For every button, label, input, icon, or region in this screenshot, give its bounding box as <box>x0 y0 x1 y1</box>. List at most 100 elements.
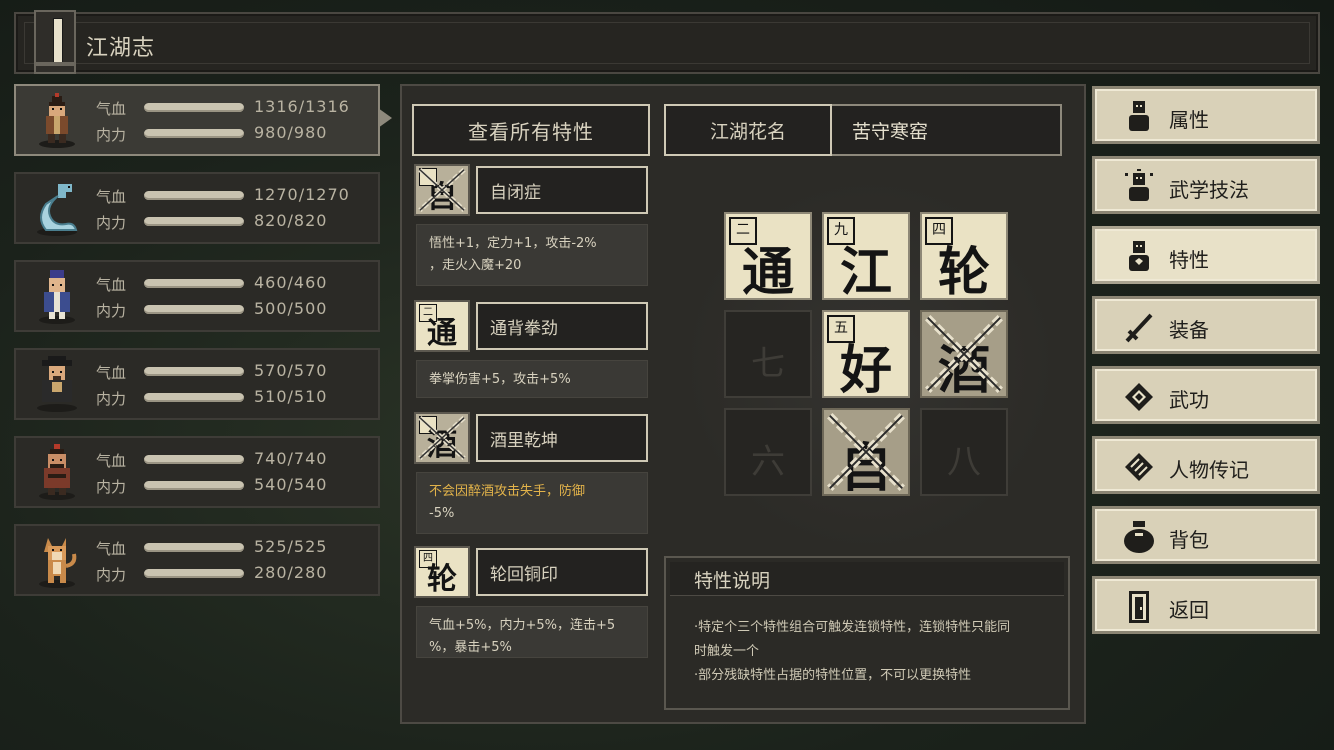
menu-martial-skills-button[interactable]: 武学技法 <box>1092 156 1320 214</box>
trait-slot-empty[interactable]: 八 <box>920 408 1008 496</box>
aura-person-icon <box>1125 169 1153 201</box>
menu-attributes-button[interactable]: 属性 <box>1092 86 1320 144</box>
hp-value: 740/740 <box>254 449 328 468</box>
mp-label: 内力 <box>96 302 127 320</box>
menu-traits-button[interactable]: 特性 <box>1092 226 1320 284</box>
hp-value: 1316/1316 <box>254 97 350 116</box>
scroll-icon <box>1125 383 1153 411</box>
menu-equipment-button[interactable]: 装备 <box>1092 296 1320 354</box>
page-title: 江湖志 <box>86 36 156 61</box>
broken-chain-icon <box>418 167 466 213</box>
menu-label: 属性 <box>1169 108 1209 132</box>
bandit-avatar <box>39 444 75 500</box>
character-card[interactable]: 气血 内力 570/570 510/510 <box>14 348 380 420</box>
bag-icon <box>1124 521 1154 553</box>
trait-slot-broken[interactable]: 自 <box>822 408 910 499</box>
character-card[interactable]: 气血 内力 1270/1270 820/820 <box>14 172 380 244</box>
trait-icon-broken[interactable]: 自 <box>414 164 470 216</box>
mp-bar <box>144 569 244 578</box>
mp-label: 内力 <box>96 566 127 584</box>
mp-bar <box>144 217 244 226</box>
mp-label: 内力 <box>96 478 127 496</box>
nickname-value[interactable]: 苦守寒窑 <box>852 117 928 144</box>
hp-value: 460/460 <box>254 273 328 292</box>
biography-icon <box>1125 453 1153 481</box>
official-avatar <box>37 356 77 412</box>
hp-bar <box>144 279 244 288</box>
broken-chain-icon <box>925 315 1003 393</box>
hp-label: 气血 <box>96 188 127 206</box>
slot-char: 八 <box>947 442 981 482</box>
trait-description: 不会因醉酒攻击失手，防御 -5% <box>416 472 648 534</box>
trait-icon[interactable]: 二 通 <box>414 300 470 352</box>
character-card[interactable]: 气血 内力 1316/1316 980/980 <box>14 84 380 156</box>
character-card[interactable]: 气血 内力 740/740 540/540 <box>14 436 380 508</box>
mp-value: 540/540 <box>254 475 328 494</box>
menu-label: 背包 <box>1169 528 1209 552</box>
trait-name[interactable]: 酒里乾坤 <box>476 414 648 462</box>
mp-value: 280/280 <box>254 563 328 582</box>
trait-slot[interactable]: 四 轮 <box>920 212 1008 303</box>
sword-icon <box>1125 313 1153 343</box>
hp-bar <box>144 367 244 376</box>
character-card[interactable]: 气血 内力 525/525 280/280 <box>14 524 380 596</box>
mp-value: 500/500 <box>254 299 328 318</box>
snake-avatar <box>37 184 78 236</box>
trait-icon-char: 通 <box>427 316 457 351</box>
trait-desc-line: -5% <box>429 506 455 521</box>
menu-label: 装备 <box>1169 318 1209 342</box>
book-icon <box>34 10 76 74</box>
trait-name[interactable]: 通背拳劲 <box>476 302 648 350</box>
hp-value: 570/570 <box>254 361 328 380</box>
slot-char: 六 <box>751 442 785 482</box>
trait-icon[interactable]: 四 轮 <box>414 546 470 598</box>
person-icon <box>1129 101 1149 131</box>
trait-description: 悟性+1，定力+1，攻击-2% ，走火入魔+20 <box>416 224 648 286</box>
view-all-traits-button[interactable]: 查看所有特性 <box>412 104 650 156</box>
trait-name[interactable]: 自闭症 <box>476 166 648 214</box>
trait-desc-line: 拳掌伤害+5，攻击+5% <box>429 372 571 387</box>
menu-label: 特性 <box>1169 248 1209 272</box>
explanation-line: ·特定个三个特性组合可触发连锁特性，连锁特性只能同 <box>694 620 1011 635</box>
mp-value: 510/510 <box>254 387 328 406</box>
trait-slot-empty[interactable]: 七 <box>724 310 812 398</box>
menu-back-button[interactable]: 返回 <box>1092 576 1320 634</box>
trait-desc-line: 气血+5%，内力+5%，连击+5 <box>429 618 616 633</box>
slot-char: 江 <box>839 242 892 303</box>
explanation-line: 时触发一个 <box>694 644 760 659</box>
character-card[interactable]: 气血 内力 460/460 500/500 <box>14 260 380 332</box>
mp-label: 内力 <box>96 390 127 408</box>
hp-bar <box>144 455 244 464</box>
trait-slot[interactable]: 二 通 <box>724 212 812 303</box>
menu-bag-button[interactable]: 背包 <box>1092 506 1320 564</box>
trait-icon-char: 轮 <box>427 562 457 597</box>
hp-bar <box>144 543 244 552</box>
dog-avatar <box>39 538 77 588</box>
scholar-avatar <box>39 270 75 324</box>
mp-label: 内力 <box>96 126 127 144</box>
trait-description: 拳掌伤害+5，攻击+5% <box>416 360 648 398</box>
hp-label: 气血 <box>96 540 127 558</box>
trait-icon-broken[interactable]: 酒 <box>414 412 470 464</box>
mp-value: 820/820 <box>254 211 328 230</box>
menu-biography-button[interactable]: 人物传记 <box>1092 436 1320 494</box>
menu-label: 武学技法 <box>1169 178 1249 202</box>
explanation-line: ·部分残缺特性占据的特性位置，不可以更换特性 <box>694 668 972 683</box>
door-icon <box>1129 591 1149 623</box>
mp-bar <box>144 129 244 138</box>
mp-value: 980/980 <box>254 123 328 142</box>
trait-name[interactable]: 轮回铜印 <box>476 548 648 596</box>
trait-slot[interactable]: 五 好 <box>822 310 910 401</box>
hp-label: 气血 <box>96 452 127 470</box>
menu-label: 返回 <box>1169 598 1209 622</box>
trait-slot[interactable]: 九 江 <box>822 212 910 303</box>
broken-chain-icon <box>418 415 466 461</box>
trait-person-icon <box>1129 241 1149 271</box>
menu-martial-arts-button[interactable]: 武功 <box>1092 366 1320 424</box>
mp-bar <box>144 481 244 490</box>
trait-slot-broken[interactable]: 酒 <box>920 310 1008 401</box>
trait-desc-line: 悟性+1，定力+1，攻击-2% <box>429 236 597 251</box>
trait-slot-empty[interactable]: 六 <box>724 408 812 496</box>
selection-arrow-icon <box>378 108 392 128</box>
trait-description: 气血+5%，内力+5%，连击+5 %，暴击+5% <box>416 606 648 658</box>
